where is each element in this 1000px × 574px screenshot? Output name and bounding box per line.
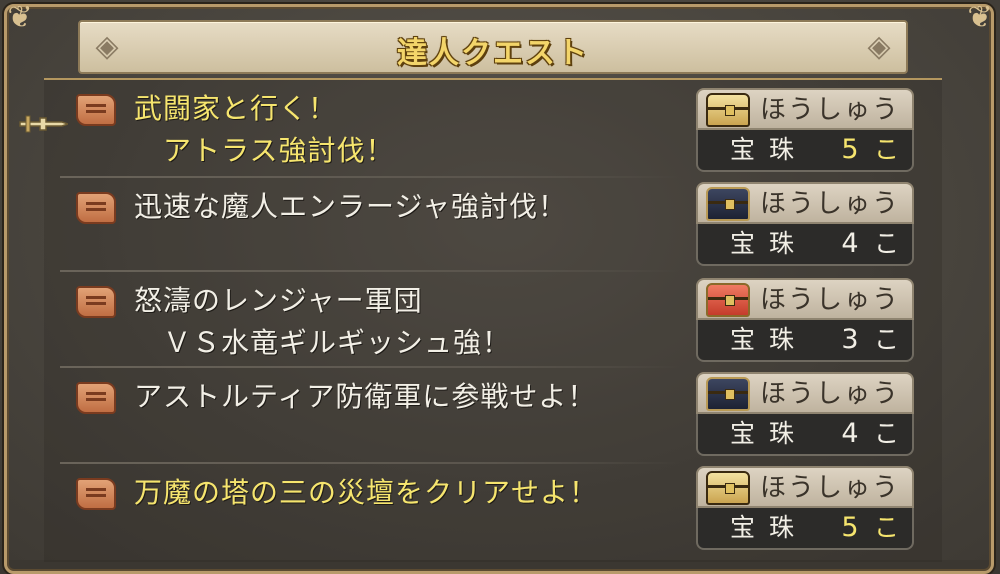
diamond-ornament-icon: ◈ bbox=[867, 29, 891, 64]
reward-item: 宝珠 bbox=[730, 135, 809, 164]
reward-unit: こ bbox=[874, 513, 900, 542]
reward-count: 5 bbox=[841, 134, 859, 165]
reward-count: 5 bbox=[841, 512, 859, 543]
reward-unit: こ bbox=[874, 325, 900, 354]
scroll-icon bbox=[76, 94, 116, 126]
reward-item: 宝珠 bbox=[730, 229, 809, 258]
reward-count: 4 bbox=[841, 228, 859, 259]
reward-box: ほうしゅう 宝珠 5 こ bbox=[696, 88, 914, 172]
quest-title-line1: 怒濤のレンジャー軍団 bbox=[134, 284, 423, 317]
quest-title-line2: ＶＳ水竜ギルギッシュ強！ bbox=[134, 326, 512, 359]
reward-label: ほうしゅう bbox=[760, 189, 901, 219]
reward-count: 3 bbox=[841, 324, 859, 355]
gold-chest-icon bbox=[706, 93, 750, 127]
dark-chest-icon bbox=[706, 377, 750, 411]
reward-detail: 宝珠 3 こ bbox=[696, 320, 914, 362]
corner-ornament-icon: ❦ bbox=[967, 0, 993, 35]
title-bar: ◈ 達人クエスト ◈ bbox=[78, 20, 908, 74]
reward-unit: こ bbox=[874, 419, 900, 448]
quest-title-line1: 迅速な魔人エンラージャ強討伐！ bbox=[134, 190, 568, 223]
row-divider bbox=[60, 270, 680, 272]
reward-header: ほうしゅう bbox=[696, 466, 914, 508]
quest-window: ❦ ❦ ◈ 達人クエスト ◈ 武闘家と行く！ アトラス強討伐！ ほうしゅう 宝珠… bbox=[0, 0, 1000, 574]
row-divider bbox=[60, 462, 680, 464]
reward-box: ほうしゅう 宝珠 3 こ bbox=[696, 278, 914, 362]
reward-header: ほうしゅう bbox=[696, 372, 914, 414]
scroll-icon bbox=[76, 478, 116, 510]
quest-title-line2: アトラス強討伐！ bbox=[134, 134, 395, 167]
red-chest-icon bbox=[706, 283, 750, 317]
reward-detail: 宝珠 4 こ bbox=[696, 224, 914, 266]
window-title: 達人クエスト bbox=[397, 36, 589, 71]
quest-row[interactable]: 怒濤のレンジャー軍団 ＶＳ水竜ギルギッシュ強！ ほうしゅう 宝珠 3 こ bbox=[60, 276, 922, 368]
reward-label: ほうしゅう bbox=[760, 285, 901, 315]
reward-header: ほうしゅう bbox=[696, 88, 914, 130]
reward-box: ほうしゅう 宝珠 5 こ bbox=[696, 466, 914, 550]
scroll-icon bbox=[76, 286, 116, 318]
reward-detail: 宝珠 5 こ bbox=[696, 130, 914, 172]
reward-header: ほうしゅう bbox=[696, 182, 914, 224]
reward-detail: 宝珠 5 こ bbox=[696, 508, 914, 550]
gold-chest-icon bbox=[706, 471, 750, 505]
reward-item: 宝珠 bbox=[730, 513, 809, 542]
scroll-icon bbox=[76, 382, 116, 414]
dark-chest-icon bbox=[706, 187, 750, 221]
reward-unit: こ bbox=[874, 135, 900, 164]
reward-label: ほうしゅう bbox=[760, 95, 901, 125]
row-divider bbox=[60, 176, 680, 178]
reward-unit: こ bbox=[874, 229, 900, 258]
reward-label: ほうしゅう bbox=[760, 473, 901, 503]
reward-detail: 宝珠 4 こ bbox=[696, 414, 914, 456]
quest-title-line1: 万魔の塔の三の災壇をクリアせよ！ bbox=[134, 476, 599, 509]
scroll-icon bbox=[76, 192, 116, 224]
reward-box: ほうしゅう 宝珠 4 こ bbox=[696, 372, 914, 456]
quest-row[interactable]: 万魔の塔の三の災壇をクリアせよ！ ほうしゅう 宝珠 5 こ bbox=[60, 466, 922, 558]
quest-title-line1: アストルティア防衛軍に参戦せよ！ bbox=[134, 380, 597, 413]
reward-item: 宝珠 bbox=[730, 419, 809, 448]
row-divider bbox=[60, 366, 680, 368]
reward-label: ほうしゅう bbox=[760, 379, 901, 409]
quest-title-line1: 武闘家と行く！ bbox=[134, 92, 338, 125]
quest-row[interactable]: 迅速な魔人エンラージャ強討伐！ ほうしゅう 宝珠 4 こ bbox=[60, 180, 922, 272]
quest-row[interactable]: 武闘家と行く！ アトラス強討伐！ ほうしゅう 宝珠 5 こ bbox=[60, 86, 922, 178]
reward-box: ほうしゅう 宝珠 4 こ bbox=[696, 182, 914, 266]
reward-header: ほうしゅう bbox=[696, 278, 914, 320]
corner-ornament-icon: ❦ bbox=[7, 0, 33, 35]
reward-count: 4 bbox=[841, 418, 859, 449]
quest-row[interactable]: アストルティア防衛軍に参戦せよ！ ほうしゅう 宝珠 4 こ bbox=[60, 372, 922, 464]
reward-item: 宝珠 bbox=[730, 325, 809, 354]
